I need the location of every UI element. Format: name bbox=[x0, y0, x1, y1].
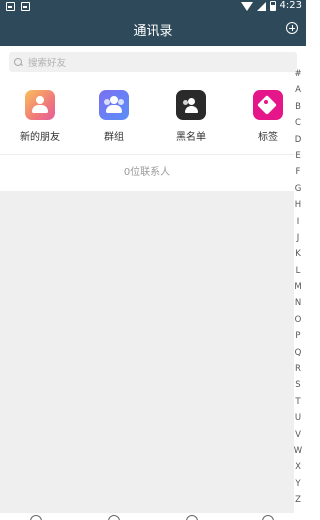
shortcut-blacklist[interactable]: 黑名单 bbox=[161, 90, 221, 143]
index-letter[interactable]: A bbox=[292, 82, 304, 98]
app-header: 4:23 通讯录 bbox=[0, 0, 306, 46]
index-letter[interactable]: Z bbox=[292, 492, 304, 508]
app-notification-icon bbox=[21, 2, 30, 11]
new-friend-icon bbox=[25, 90, 55, 120]
index-letter[interactable]: R bbox=[292, 361, 304, 377]
chat-icon[interactable] bbox=[30, 515, 42, 520]
contacts-list-empty bbox=[0, 191, 294, 513]
index-letter[interactable]: W bbox=[292, 443, 304, 459]
index-letter[interactable]: J bbox=[292, 230, 304, 246]
index-letter[interactable]: E bbox=[292, 148, 304, 164]
index-letter[interactable]: T bbox=[292, 394, 304, 410]
index-letter[interactable]: O bbox=[292, 312, 304, 328]
group-icon bbox=[99, 90, 129, 120]
gallery-notification-icon bbox=[6, 2, 15, 11]
index-letter[interactable]: N bbox=[292, 295, 304, 311]
status-bar: 4:23 bbox=[0, 0, 306, 14]
signal-icon bbox=[256, 1, 266, 11]
index-letter[interactable]: Y bbox=[292, 476, 304, 492]
index-letter[interactable]: # bbox=[292, 66, 304, 82]
index-letter[interactable]: C bbox=[292, 115, 304, 131]
search-placeholder: 搜索好友 bbox=[28, 58, 67, 69]
index-letter[interactable]: B bbox=[292, 99, 304, 115]
index-letter[interactable]: U bbox=[292, 410, 304, 426]
index-letter[interactable]: S bbox=[292, 377, 304, 393]
contacts-count: 0位联系人 bbox=[0, 155, 294, 191]
index-letter[interactable]: P bbox=[292, 328, 304, 344]
wifi-icon bbox=[240, 1, 253, 11]
shortcut-label: 新的朋友 bbox=[20, 132, 60, 143]
shortcut-label: 黑名单 bbox=[176, 132, 206, 143]
add-contact-button[interactable] bbox=[286, 22, 298, 34]
blacklist-icon bbox=[176, 90, 206, 120]
index-letter[interactable]: Q bbox=[292, 345, 304, 361]
index-letter[interactable]: G bbox=[292, 181, 304, 197]
index-letter[interactable]: K bbox=[292, 246, 304, 262]
shortcut-new-friends[interactable]: 新的朋友 bbox=[10, 90, 70, 143]
search-icon bbox=[14, 57, 23, 67]
shortcut-tags[interactable]: 标签 bbox=[238, 90, 298, 143]
index-letter[interactable]: X bbox=[292, 459, 304, 475]
index-letter[interactable]: D bbox=[292, 132, 304, 148]
status-time: 4:23 bbox=[279, 0, 302, 11]
index-letter[interactable]: V bbox=[292, 427, 304, 443]
index-letter[interactable]: H bbox=[292, 197, 304, 213]
shortcut-groups[interactable]: 群组 bbox=[84, 90, 144, 143]
shortcut-label: 标签 bbox=[258, 132, 278, 143]
page-title: 通讯录 bbox=[133, 24, 173, 39]
index-letter[interactable]: L bbox=[292, 263, 304, 279]
index-letter[interactable]: F bbox=[292, 164, 304, 180]
search-input[interactable]: 搜索好友 bbox=[9, 52, 297, 72]
index-letter[interactable]: M bbox=[292, 279, 304, 295]
contacts-icon[interactable] bbox=[108, 515, 120, 520]
settings-icon[interactable] bbox=[262, 515, 274, 520]
alphabet-index[interactable]: # A B C D E F G H I J K L M N O P Q R S T U V W X Y Z bbox=[292, 66, 304, 509]
bottom-tab-bar bbox=[0, 513, 306, 520]
shortcut-label: 群组 bbox=[104, 132, 124, 143]
battery-icon bbox=[269, 1, 276, 11]
index-letter[interactable]: I bbox=[292, 214, 304, 230]
tag-icon bbox=[253, 90, 283, 120]
discover-icon[interactable] bbox=[186, 515, 198, 520]
